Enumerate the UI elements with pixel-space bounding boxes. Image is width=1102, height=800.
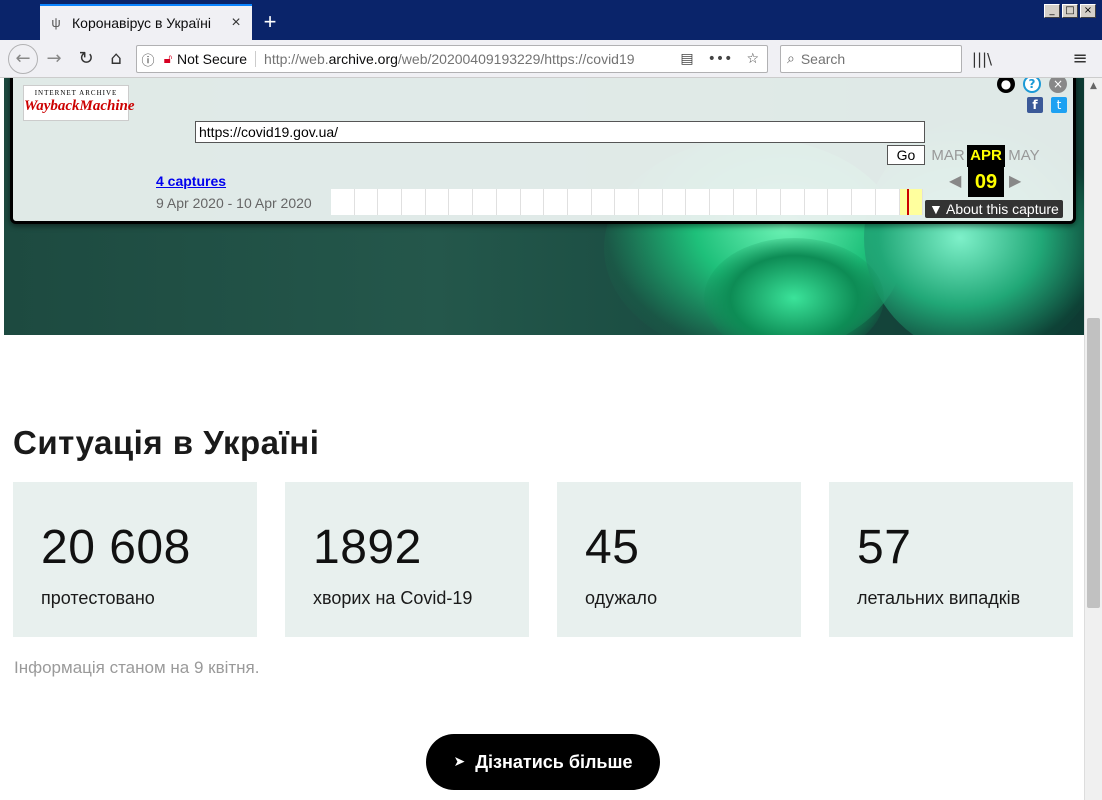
navigation-toolbar: ← → ↻ ⌂ ⓘ 🔓︎ Not Secure http://web.archi… xyxy=(0,40,1102,78)
home-button[interactable]: ⌂ xyxy=(102,45,130,73)
page-title: Ситуація в Україні xyxy=(13,424,320,461)
scroll-up-arrow-icon[interactable]: ▲ xyxy=(1085,78,1102,95)
hamburger-menu-icon[interactable]: ≡ xyxy=(1066,45,1094,73)
stat-value: 45 xyxy=(585,521,640,574)
tab-close-icon[interactable]: × xyxy=(228,15,244,31)
wayback-url-input[interactable]: https://covid19.gov.ua/ xyxy=(195,121,925,143)
window-controls: _ □ × xyxy=(1044,4,1096,18)
back-button[interactable]: ← xyxy=(8,44,38,74)
capture-date-range: 9 Apr 2020 - 10 Apr 2020 xyxy=(156,195,312,211)
reader-view-icon[interactable]: ▤ xyxy=(680,51,693,67)
bookmark-star-icon[interactable]: ☆ xyxy=(746,51,759,67)
stats-row: 20 608 протестовано 1892 хворих на Covid… xyxy=(13,482,1075,637)
browser-tab[interactable]: ψ Коронавірус в Україні × xyxy=(40,4,252,40)
info-icon[interactable]: ⓘ xyxy=(137,50,159,69)
stat-value: 20 608 xyxy=(41,521,191,574)
help-icon[interactable]: ? xyxy=(1023,78,1041,93)
reload-button[interactable]: ↻ xyxy=(72,45,100,73)
wayback-logo[interactable]: INTERNET ARCHIVE WaybackMachine xyxy=(23,85,135,121)
current-day: 09 xyxy=(968,167,1004,197)
stat-card-recovered: 45 одужало xyxy=(557,482,801,637)
facebook-icon[interactable]: f xyxy=(1027,97,1043,113)
current-month: APR xyxy=(967,145,1005,167)
scroll-thumb[interactable] xyxy=(1087,318,1100,608)
captures-link[interactable]: 4 captures xyxy=(156,173,226,189)
search-placeholder: Search xyxy=(800,51,846,67)
stat-card-deaths: 57 летальних випадків xyxy=(829,482,1073,637)
page-scrollbar[interactable]: ▲ xyxy=(1084,78,1102,800)
wayback-go-button[interactable]: Go xyxy=(887,145,925,165)
month-navigator: MAR APR MAY xyxy=(929,145,1043,167)
stat-card-sick: 1892 хворих на Covid-19 xyxy=(285,482,529,637)
new-tab-button[interactable]: + xyxy=(258,8,282,36)
wayback-logo-small: INTERNET ARCHIVE xyxy=(34,89,118,97)
info-date-note: Інформація станом на 9 квітня. xyxy=(14,658,260,677)
trident-favicon-icon: ψ xyxy=(51,15,61,30)
user-icon[interactable]: ● xyxy=(997,78,1015,93)
telegram-icon: ➤ xyxy=(453,754,466,770)
learn-more-button[interactable]: ➤ Дізнатись більше xyxy=(426,734,660,790)
about-capture-button[interactable]: ▼ About this capture xyxy=(925,200,1063,218)
stat-label: хворих на Covid-19 xyxy=(313,588,473,608)
close-icon[interactable]: × xyxy=(1049,78,1067,93)
stat-card-tested: 20 608 протестовано xyxy=(13,482,257,637)
current-capture-marker xyxy=(907,189,909,215)
search-icon: ⌕ xyxy=(787,51,795,67)
close-window-button[interactable]: × xyxy=(1080,4,1096,18)
stat-label: протестовано xyxy=(41,588,155,608)
prev-month-link[interactable]: MAR xyxy=(929,145,967,167)
not-secure-label: Not Secure xyxy=(177,51,257,67)
library-button[interactable]: |||\ xyxy=(968,45,996,73)
page-viewport: INTERNET ARCHIVE WaybackMachine https://… xyxy=(4,78,1084,800)
maximize-button[interactable]: □ xyxy=(1062,4,1078,18)
tab-title: Коронавірус в Україні xyxy=(72,15,211,31)
stat-value: 1892 xyxy=(313,521,422,574)
next-capture-arrow-icon[interactable]: ▶ xyxy=(1009,171,1021,190)
stat-label: одужало xyxy=(585,588,658,608)
learn-more-label: Дізнатись більше xyxy=(475,751,633,772)
stat-label: летальних випадків xyxy=(857,588,1021,608)
next-month-link[interactable]: MAY xyxy=(1005,145,1043,167)
wayback-icons: ● ? × f t xyxy=(997,78,1067,113)
url-text[interactable]: http://web.archive.org/web/2020040919322… xyxy=(264,51,672,67)
stat-value: 57 xyxy=(857,521,912,574)
twitter-icon[interactable]: t xyxy=(1051,97,1067,113)
prev-capture-arrow-icon[interactable]: ◀ xyxy=(949,171,961,190)
insecure-lock-icon: 🔓︎ xyxy=(163,51,173,66)
page-actions-icon[interactable]: ••• xyxy=(708,51,733,67)
search-bar[interactable]: ⌕ Search xyxy=(780,45,962,73)
capture-sparkline[interactable] xyxy=(331,189,924,215)
url-actions: ▤ ••• ☆ xyxy=(672,51,767,67)
minimize-button[interactable]: _ xyxy=(1044,4,1060,18)
window-titlebar: ψ Коронавірус в Україні × + _ □ × xyxy=(0,0,1102,40)
wayback-logo-big: WaybackMachine xyxy=(24,98,135,114)
forward-button[interactable]: → xyxy=(40,45,68,73)
url-bar[interactable]: ⓘ 🔓︎ Not Secure http://web.archive.org/w… xyxy=(136,45,768,73)
wayback-toolbar: INTERNET ARCHIVE WaybackMachine https://… xyxy=(10,78,1076,224)
